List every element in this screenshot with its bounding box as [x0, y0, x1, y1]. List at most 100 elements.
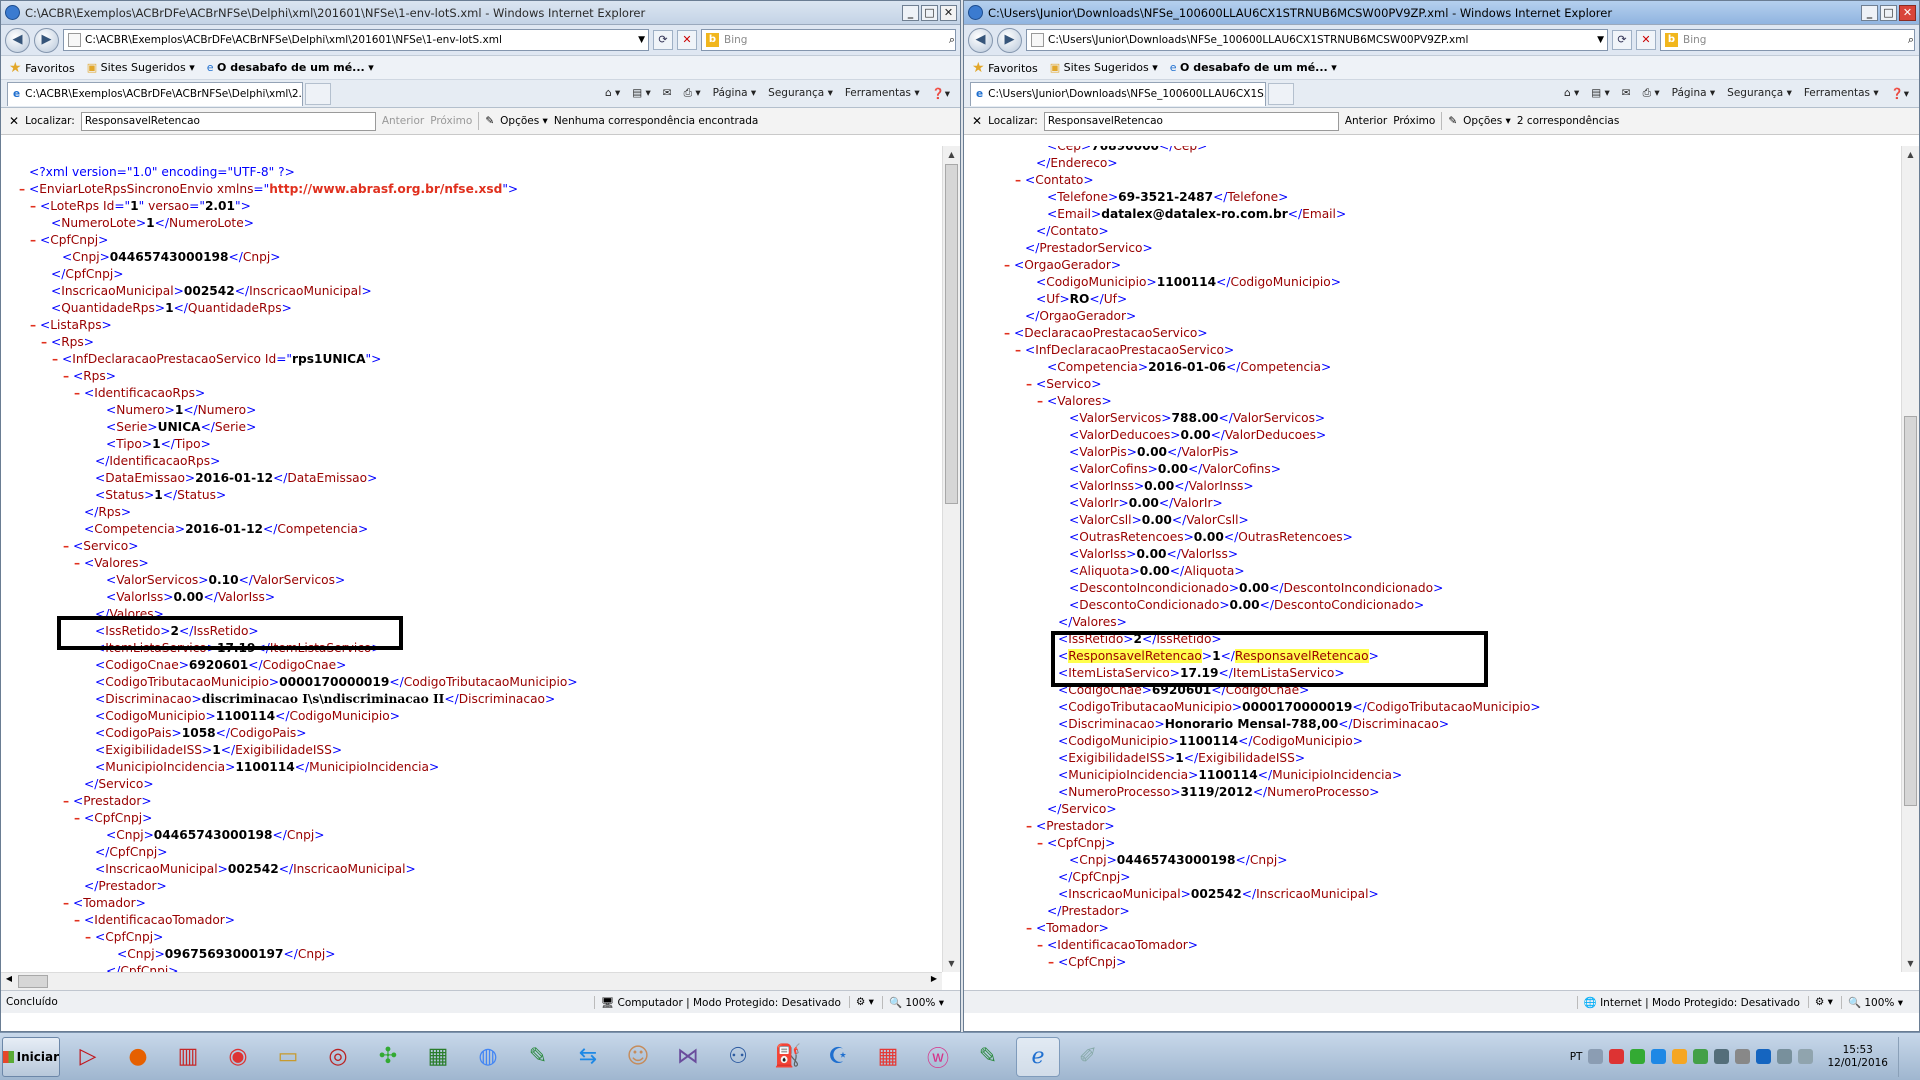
tools-menu[interactable]: Ferramentas ▾ — [845, 87, 920, 100]
stop-button[interactable]: ✕ — [677, 30, 697, 50]
new-tab-button[interactable] — [1268, 82, 1294, 105]
xml-line[interactable]: – <Rps> — [15, 368, 942, 385]
address-bar[interactable]: C:\Users\Junior\Downloads\NFSe_100600LLA… — [1026, 29, 1608, 51]
collapse-toggle[interactable]: – — [15, 181, 29, 198]
page-menu[interactable]: Página ▾ — [1672, 87, 1716, 100]
show-desktop-button[interactable] — [1898, 1036, 1910, 1077]
collapse-toggle[interactable]: – — [1033, 937, 1047, 954]
protected-mode-icon[interactable]: ⚙ ▾ — [848, 996, 874, 1008]
back-button[interactable]: ◀ — [968, 27, 993, 53]
home-button[interactable]: ⌂ ▾ — [1564, 87, 1579, 100]
xml-line[interactable]: – <Servico> — [978, 376, 1901, 393]
minimize-button[interactable]: _ — [902, 4, 919, 21]
zoom-control[interactable]: 🔍 100% ▾ — [881, 995, 944, 1009]
xml-line[interactable]: – <IdentificacaoTomador> — [978, 937, 1901, 954]
tray-shield-icon[interactable] — [1630, 1049, 1646, 1064]
chrome-icon[interactable]: ◍ — [466, 1037, 510, 1077]
mail-button[interactable]: ✉ — [663, 87, 672, 100]
browser-tab[interactable]: e C:\Users\Junior\Downloads\NFSe_100600L… — [970, 81, 1266, 106]
collapse-toggle[interactable]: – — [70, 810, 84, 827]
find-input[interactable]: ResponsavelRetencao — [1043, 111, 1339, 131]
collapse-toggle[interactable]: – — [59, 368, 73, 385]
favorites-button[interactable]: ★ Favoritos — [9, 60, 75, 76]
xml-line[interactable]: – <Valores> — [978, 393, 1901, 410]
delphi-icon[interactable]: ▷ — [66, 1037, 110, 1077]
help-icon[interactable]: ❓▾ — [932, 87, 950, 100]
tray-signal-icon[interactable] — [1735, 1049, 1751, 1064]
fav-link[interactable]: e O desabafo de um mé... ▾ — [1170, 61, 1337, 74]
collapse-toggle[interactable]: – — [59, 895, 73, 912]
search-icon[interactable]: ⌕ — [1908, 33, 1914, 47]
tray-app-icon[interactable] — [1609, 1049, 1625, 1064]
vertical-scrollbar[interactable]: ▲ ▼ — [1901, 146, 1919, 972]
collapse-toggle[interactable]: – — [1000, 325, 1014, 342]
home-button[interactable]: ⌂ ▾ — [605, 87, 620, 100]
editor2-icon[interactable]: ✎ — [966, 1037, 1010, 1077]
find-prev-button[interactable]: Anterior — [1345, 115, 1387, 127]
scroll-down-icon[interactable]: ▼ — [943, 955, 960, 972]
xml-line[interactable]: – <InfDeclaracaoPrestacaoServico Id="rps1… — [15, 351, 942, 368]
dropdown-arrow-icon[interactable]: ▼ — [1597, 35, 1607, 45]
collapse-toggle[interactable]: – — [70, 385, 84, 402]
scroll-down-icon[interactable]: ▼ — [1902, 955, 1919, 972]
highlight-icon[interactable]: ✎ — [1448, 115, 1457, 127]
collapse-toggle[interactable]: – — [1033, 835, 1047, 852]
collapse-toggle[interactable]: – — [81, 929, 95, 946]
collapse-toggle[interactable]: – — [1000, 257, 1014, 274]
power-icon[interactable] — [1798, 1049, 1814, 1064]
horizontal-scrollbar[interactable]: ◀ ▶ — [1, 972, 942, 990]
collapse-toggle[interactable]: – — [1011, 172, 1025, 189]
search-icon[interactable]: ⌕ — [949, 33, 955, 47]
network-icon[interactable]: ✣ — [366, 1037, 410, 1077]
security-menu[interactable]: Segurança ▾ — [768, 87, 833, 100]
collapse-toggle[interactable]: – — [1011, 342, 1025, 359]
collapse-toggle[interactable]: – — [26, 198, 40, 215]
bluetooth-icon[interactable] — [1756, 1049, 1772, 1064]
xml-line[interactable]: – <CpfCnpj> — [15, 810, 942, 827]
security-zone[interactable]: 🌐 Internet | Modo Protegido: Desativado — [1576, 995, 1800, 1009]
maximize-button[interactable]: □ — [1880, 4, 1897, 21]
people-icon[interactable]: ⚇ — [716, 1037, 760, 1077]
scroll-left-icon[interactable]: ◀ — [1, 974, 17, 983]
search-input[interactable]: b Bing ⌕ — [701, 29, 956, 51]
scroll-up-icon[interactable]: ▲ — [943, 146, 960, 163]
xml-line[interactable]: – <LoteRps Id="1" versao="2.01"> — [15, 198, 942, 215]
hscroll-thumb[interactable] — [18, 975, 48, 988]
xml-line[interactable]: – <IdentificacaoRps> — [15, 385, 942, 402]
xml-line[interactable]: – <Rps> — [15, 334, 942, 351]
user-icon[interactable]: ☺ — [616, 1037, 660, 1077]
close-button[interactable]: ✕ — [1899, 4, 1916, 21]
keyboard-icon[interactable] — [1588, 1049, 1604, 1064]
grid-app-icon[interactable]: ▦ — [866, 1037, 910, 1077]
help-icon[interactable]: ❓▾ — [1891, 87, 1909, 100]
zoom-control[interactable]: 🔍 100% ▾ — [1840, 995, 1903, 1009]
collapse-toggle[interactable]: – — [59, 538, 73, 555]
fuel-icon[interactable]: ⛽ — [766, 1037, 810, 1077]
w-app-icon[interactable]: ⓦ — [916, 1037, 960, 1077]
suggested-sites-link[interactable]: ▣ Sites Sugeridos ▾ — [1050, 61, 1158, 74]
visual-studio-icon[interactable]: ⋈ — [666, 1037, 710, 1077]
xml-line[interactable]: – <CpfCnpj> — [15, 929, 942, 946]
collapse-toggle[interactable]: – — [1022, 376, 1036, 393]
xml-line[interactable]: – <Servico> — [15, 538, 942, 555]
xml-line[interactable]: – <Tomador> — [15, 895, 942, 912]
minimize-button[interactable]: _ — [1861, 4, 1878, 21]
forward-button[interactable]: ▶ — [34, 27, 59, 53]
find-next-button[interactable]: Próximo — [430, 115, 472, 127]
options-menu[interactable]: Opções ▾ — [1463, 115, 1511, 127]
xml-line[interactable]: – <ListaRps> — [15, 317, 942, 334]
xml-line[interactable]: – <EnviarLoteRpsSincronoEnvio xmlns="http… — [15, 181, 942, 198]
language-indicator[interactable]: PT — [1570, 1051, 1583, 1063]
editor-icon[interactable]: ✎ — [516, 1037, 560, 1077]
new-tab-button[interactable] — [305, 82, 331, 105]
collapse-toggle[interactable]: – — [26, 317, 40, 334]
close-find-icon[interactable]: ✕ — [9, 114, 19, 128]
search-input[interactable]: b Bing ⌕ — [1660, 29, 1915, 51]
scroll-thumb[interactable] — [945, 164, 958, 504]
collapse-toggle[interactable]: – — [48, 351, 62, 368]
close-find-icon[interactable]: ✕ — [972, 114, 982, 128]
collapse-toggle[interactable]: – — [1022, 920, 1036, 937]
find-next-button[interactable]: Próximo — [1393, 115, 1435, 127]
refresh-button[interactable]: ⟳ — [1612, 30, 1632, 50]
close-button[interactable]: ✕ — [940, 4, 957, 21]
